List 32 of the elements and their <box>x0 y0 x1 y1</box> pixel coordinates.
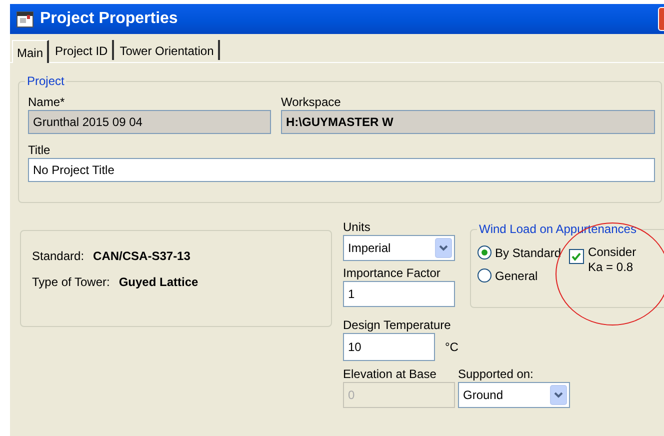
window-title: Project Properties <box>40 10 178 28</box>
units-dropdown[interactable]: Imperial <box>343 235 455 261</box>
info-label: Standard: <box>32 249 84 263</box>
title-field[interactable]: No Project Title <box>28 158 655 182</box>
field-label: Elevation at Base <box>343 366 438 382</box>
workspace-field[interactable]: H:\GUYMASTER W <box>281 110 655 134</box>
field-label: Units <box>343 219 372 235</box>
radio-button[interactable] <box>477 268 492 283</box>
name-field[interactable]: Grunthal 2015 09 04 <box>28 110 271 134</box>
radio-label: General <box>495 268 538 282</box>
checkbox-label: Consider Ka = 0.8 <box>588 245 636 275</box>
tab[interactable]: Main <box>12 40 50 63</box>
field-label: Name* <box>28 94 66 110</box>
radio-button[interactable] <box>477 245 492 260</box>
app-icon <box>16 10 34 28</box>
tab[interactable]: Project ID <box>51 40 114 60</box>
radio-label: By Standard <box>495 246 562 260</box>
supported-on-dropdown[interactable]: Ground <box>458 382 570 408</box>
info-label: Type of Tower: <box>32 275 110 289</box>
info-value: Guyed Lattice <box>118 275 198 289</box>
info-value: CAN/CSA-S37-13 <box>93 249 190 263</box>
field-label: Supported on: <box>458 366 534 382</box>
checkbox[interactable] <box>569 249 584 264</box>
importance-factor-field[interactable]: 1 <box>343 281 455 307</box>
field-label: Importance Factor <box>343 265 442 281</box>
tab[interactable]: Tower Orientation <box>116 40 220 60</box>
field-label: Design Temperature <box>343 317 452 333</box>
field-label: Workspace <box>281 94 342 110</box>
field-label: Title <box>28 142 52 158</box>
unit-label: °C <box>445 340 458 354</box>
group-title: Project <box>25 74 66 88</box>
design-temperature-field[interactable]: 10 <box>343 333 435 361</box>
